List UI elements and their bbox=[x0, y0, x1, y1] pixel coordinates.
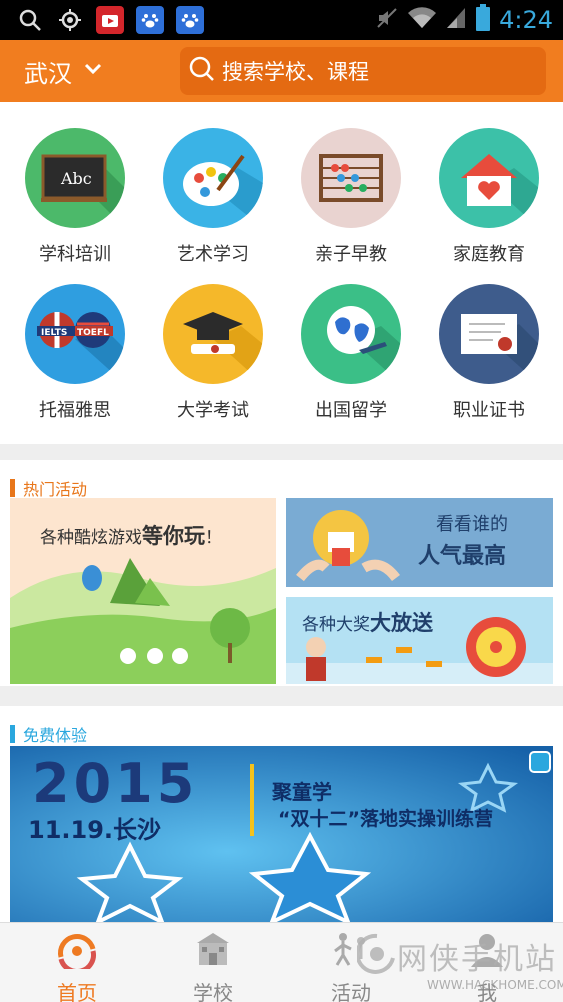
nav-label: 学校 bbox=[193, 981, 233, 1002]
tv-app-icon bbox=[96, 6, 124, 34]
blackboard-icon: Abc bbox=[25, 128, 125, 228]
baidu-paw-icon bbox=[176, 6, 204, 34]
search-bar[interactable]: 搜索学校、课程 bbox=[180, 47, 546, 95]
nav-school[interactable]: 学校 bbox=[158, 931, 268, 1002]
category-study-abroad[interactable]: 出国留学 bbox=[282, 284, 420, 422]
palette-icon bbox=[163, 128, 263, 228]
category-label: 出国留学 bbox=[315, 400, 387, 421]
section-title-free-trial: 免费体验 bbox=[10, 722, 87, 746]
banner-popularity-line1: 看看谁的 bbox=[436, 514, 508, 535]
watermark-text: 网侠手机站 bbox=[397, 942, 557, 977]
watermark-url: WWW.HACKHOME.COM bbox=[427, 978, 563, 992]
chevron-down-icon bbox=[82, 58, 104, 86]
mute-icon bbox=[375, 6, 399, 34]
search-icon bbox=[16, 6, 44, 34]
category-label: 职业证书 bbox=[453, 400, 525, 421]
svg-text:Abc: Abc bbox=[60, 169, 92, 188]
category-label: 艺术学习 bbox=[177, 244, 249, 265]
status-bar: 4:24 bbox=[0, 0, 563, 40]
banner-event-date-city: 11.19.长沙 bbox=[28, 816, 162, 844]
certificate-icon bbox=[439, 284, 539, 384]
gps-icon bbox=[56, 6, 84, 34]
graduation-cap-icon bbox=[163, 284, 263, 384]
banner-prizes-caption: 各种大奖大放送 bbox=[302, 611, 433, 635]
banner-prizes[interactable]: 各种大奖大放送 bbox=[286, 597, 553, 684]
category-label: 亲子早教 bbox=[315, 244, 387, 265]
section-title-hot-activities: 热门活动 bbox=[10, 476, 87, 500]
baidu-paw-icon bbox=[136, 6, 164, 34]
category-label: 学科培训 bbox=[39, 244, 111, 265]
watermark: 网侠手机站 WWW.HACKHOME.COM bbox=[357, 930, 563, 1000]
banner-games[interactable]: 各种酷炫游戏等你玩！ bbox=[10, 498, 276, 684]
category-college-exams[interactable]: 大学考试 bbox=[144, 284, 282, 422]
house-heart-icon bbox=[439, 128, 539, 228]
category-label: 大学考试 bbox=[177, 400, 249, 421]
city-selector[interactable]: 武汉 bbox=[24, 54, 104, 89]
banner-games-caption: 各种酷炫游戏等你玩！ bbox=[40, 524, 222, 548]
banner-popularity-line2: 人气最高 bbox=[418, 544, 507, 569]
battery-icon bbox=[475, 4, 491, 36]
nav-home[interactable]: 首页 bbox=[22, 931, 132, 1002]
svg-text:IELTS: IELTS bbox=[41, 328, 67, 338]
svg-text:TOEFL: TOEFL bbox=[77, 328, 109, 338]
search-placeholder: 搜索学校、课程 bbox=[222, 60, 369, 84]
banner-popularity[interactable]: 看看谁的 人气最高 bbox=[286, 498, 553, 587]
category-early-education[interactable]: 亲子早教 bbox=[282, 128, 420, 266]
banner-event-title: “双十二”落地实操训练营 bbox=[278, 808, 493, 830]
category-professional-certificates[interactable]: 职业证书 bbox=[420, 284, 558, 422]
free-trial-section: 免费体验 2015 11.19.长沙 聚童学 “双十二”落地实操训练营 bbox=[0, 706, 563, 922]
category-label: 家庭教育 bbox=[453, 244, 525, 265]
banner-free-trial-event[interactable]: 2015 11.19.长沙 聚童学 “双十二”落地实操训练营 bbox=[10, 746, 553, 922]
section-title-text: 免费体验 bbox=[23, 726, 88, 745]
top-bar: 武汉 搜索学校、课程 bbox=[0, 40, 563, 102]
school-icon bbox=[158, 931, 268, 973]
category-subject-training[interactable]: Abc 学科培训 bbox=[6, 128, 144, 266]
home-logo-icon bbox=[22, 931, 132, 974]
category-grid: Abc 学科培训 艺术学习 亲子早教 家庭教育 IELTS TOEFL 托福雅思… bbox=[0, 102, 563, 444]
city-label: 武汉 bbox=[24, 60, 72, 88]
globe-plane-icon bbox=[301, 284, 401, 384]
banner-event-org: 聚童学 bbox=[272, 780, 332, 804]
ielts-toefl-icon: IELTS TOEFL bbox=[25, 284, 125, 384]
watermark-logo-icon bbox=[357, 933, 395, 974]
nav-label: 首页 bbox=[57, 981, 97, 1002]
section-title-text: 热门活动 bbox=[23, 480, 88, 499]
search-icon bbox=[188, 55, 216, 87]
category-toefl-ielts[interactable]: IELTS TOEFL 托福雅思 bbox=[6, 284, 144, 422]
hot-activities-section: 热门活动 各种酷炫游戏等你玩！ 看看谁的 人气最高 各种大奖大放送 bbox=[0, 460, 563, 686]
status-time: 4:24 bbox=[499, 6, 553, 34]
category-art-learning[interactable]: 艺术学习 bbox=[144, 128, 282, 266]
abacus-icon bbox=[301, 128, 401, 228]
category-label: 托福雅思 bbox=[39, 400, 111, 421]
category-family-education[interactable]: 家庭教育 bbox=[420, 128, 558, 266]
signal-icon bbox=[445, 6, 467, 34]
wifi-icon bbox=[407, 6, 437, 34]
banner-event-year: 2015 bbox=[32, 752, 199, 815]
